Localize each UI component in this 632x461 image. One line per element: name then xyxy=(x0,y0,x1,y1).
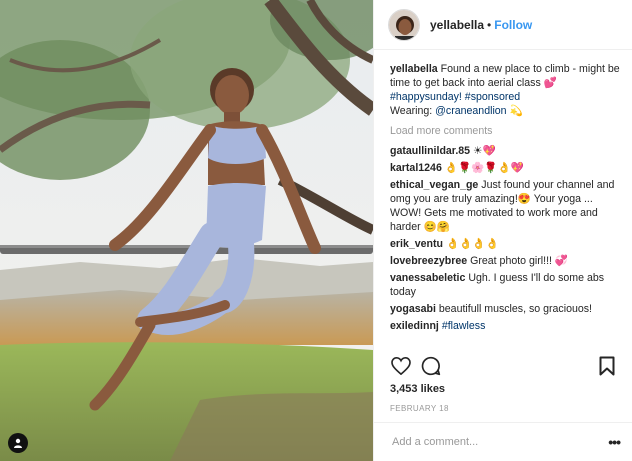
comments-list[interactable]: yellabella Found a new place to climb - … xyxy=(374,50,632,344)
list-item: kartal1246 👌🌹🌸🌹👌💖 xyxy=(390,161,622,175)
avatar-image xyxy=(389,9,419,40)
list-item: gataullinildar.85 ☀💖 xyxy=(390,144,622,158)
list-item: ethical_vegan_ge Just found your channel… xyxy=(390,178,622,234)
comment-username[interactable]: yogasabi xyxy=(390,303,436,315)
caption-emoji-2: 💫 xyxy=(509,105,523,117)
list-item: erik_ventu 👌👌👌👌 xyxy=(390,237,622,251)
person-glyph xyxy=(14,438,22,448)
avatar[interactable] xyxy=(388,8,420,41)
more-options-icon[interactable]: ••• xyxy=(608,434,621,450)
list-item: lovebreezybree Great photo girl!!! 💞 xyxy=(390,254,622,268)
caption-hashtags[interactable]: #happysunday! #sponsored xyxy=(390,91,520,103)
comment-username[interactable]: kartal1246 xyxy=(390,162,442,174)
comment-username[interactable]: exiledinnj xyxy=(390,320,439,332)
comment-text: 👌👌👌👌 xyxy=(445,238,499,250)
comment-text: Great photo girl!!! 💞 xyxy=(470,255,569,267)
likes-count[interactable]: 3,453 likes xyxy=(390,383,445,395)
caption-emoji: 💕 xyxy=(543,77,557,89)
load-more-comments[interactable]: Load more comments xyxy=(390,124,622,138)
comment-username[interactable]: erik_ventu xyxy=(390,238,443,250)
comment-icon[interactable] xyxy=(420,355,442,377)
caption-username[interactable]: yellabella xyxy=(390,63,438,75)
list-item: vanessabeletic Ugh. I guess I'll do some… xyxy=(390,271,622,299)
list-item: exiledinnj #flawless xyxy=(390,319,622,333)
comment-username[interactable]: ethical_vegan_ge xyxy=(390,179,478,191)
header-username[interactable]: yellabella xyxy=(430,18,484,32)
comment-text[interactable]: #flawless xyxy=(442,320,486,332)
comment-text: beautifull muscles, so graciouos! xyxy=(438,303,592,315)
list-item: yogasabi beautifull muscles, so graciouo… xyxy=(390,302,622,316)
post-details-panel: yellabella • Follow yellabella Found a n… xyxy=(373,0,632,461)
comment-text: 👌🌹🌸🌹👌💖 xyxy=(444,162,524,174)
post-date[interactable]: FEBRUARY 18 xyxy=(390,404,449,413)
caption-wearing-label: Wearing: xyxy=(390,105,433,117)
comment-text: ☀💖 xyxy=(473,145,496,157)
header-separator: • xyxy=(487,17,492,32)
caption-mention[interactable]: @craneandlion xyxy=(435,105,506,117)
photo-illustration xyxy=(0,0,373,461)
post-photo[interactable] xyxy=(0,0,373,461)
heart-icon[interactable] xyxy=(390,355,412,377)
follow-button[interactable]: Follow xyxy=(494,18,532,32)
comment-username[interactable]: lovebreezybree xyxy=(390,255,467,267)
user-tag-icon[interactable] xyxy=(8,433,28,453)
caption: yellabella Found a new place to climb - … xyxy=(390,62,622,118)
comment-username[interactable]: gataullinildar.85 xyxy=(390,145,470,157)
comment-username[interactable]: vanessabeletic xyxy=(390,272,465,284)
action-bar xyxy=(374,355,632,377)
post-header: yellabella • Follow xyxy=(374,0,632,50)
bookmark-icon[interactable] xyxy=(596,355,618,377)
instagram-post: yellabella • Follow yellabella Found a n… xyxy=(0,0,632,461)
comment-input[interactable] xyxy=(390,435,609,449)
add-comment-bar: ••• xyxy=(374,422,632,461)
